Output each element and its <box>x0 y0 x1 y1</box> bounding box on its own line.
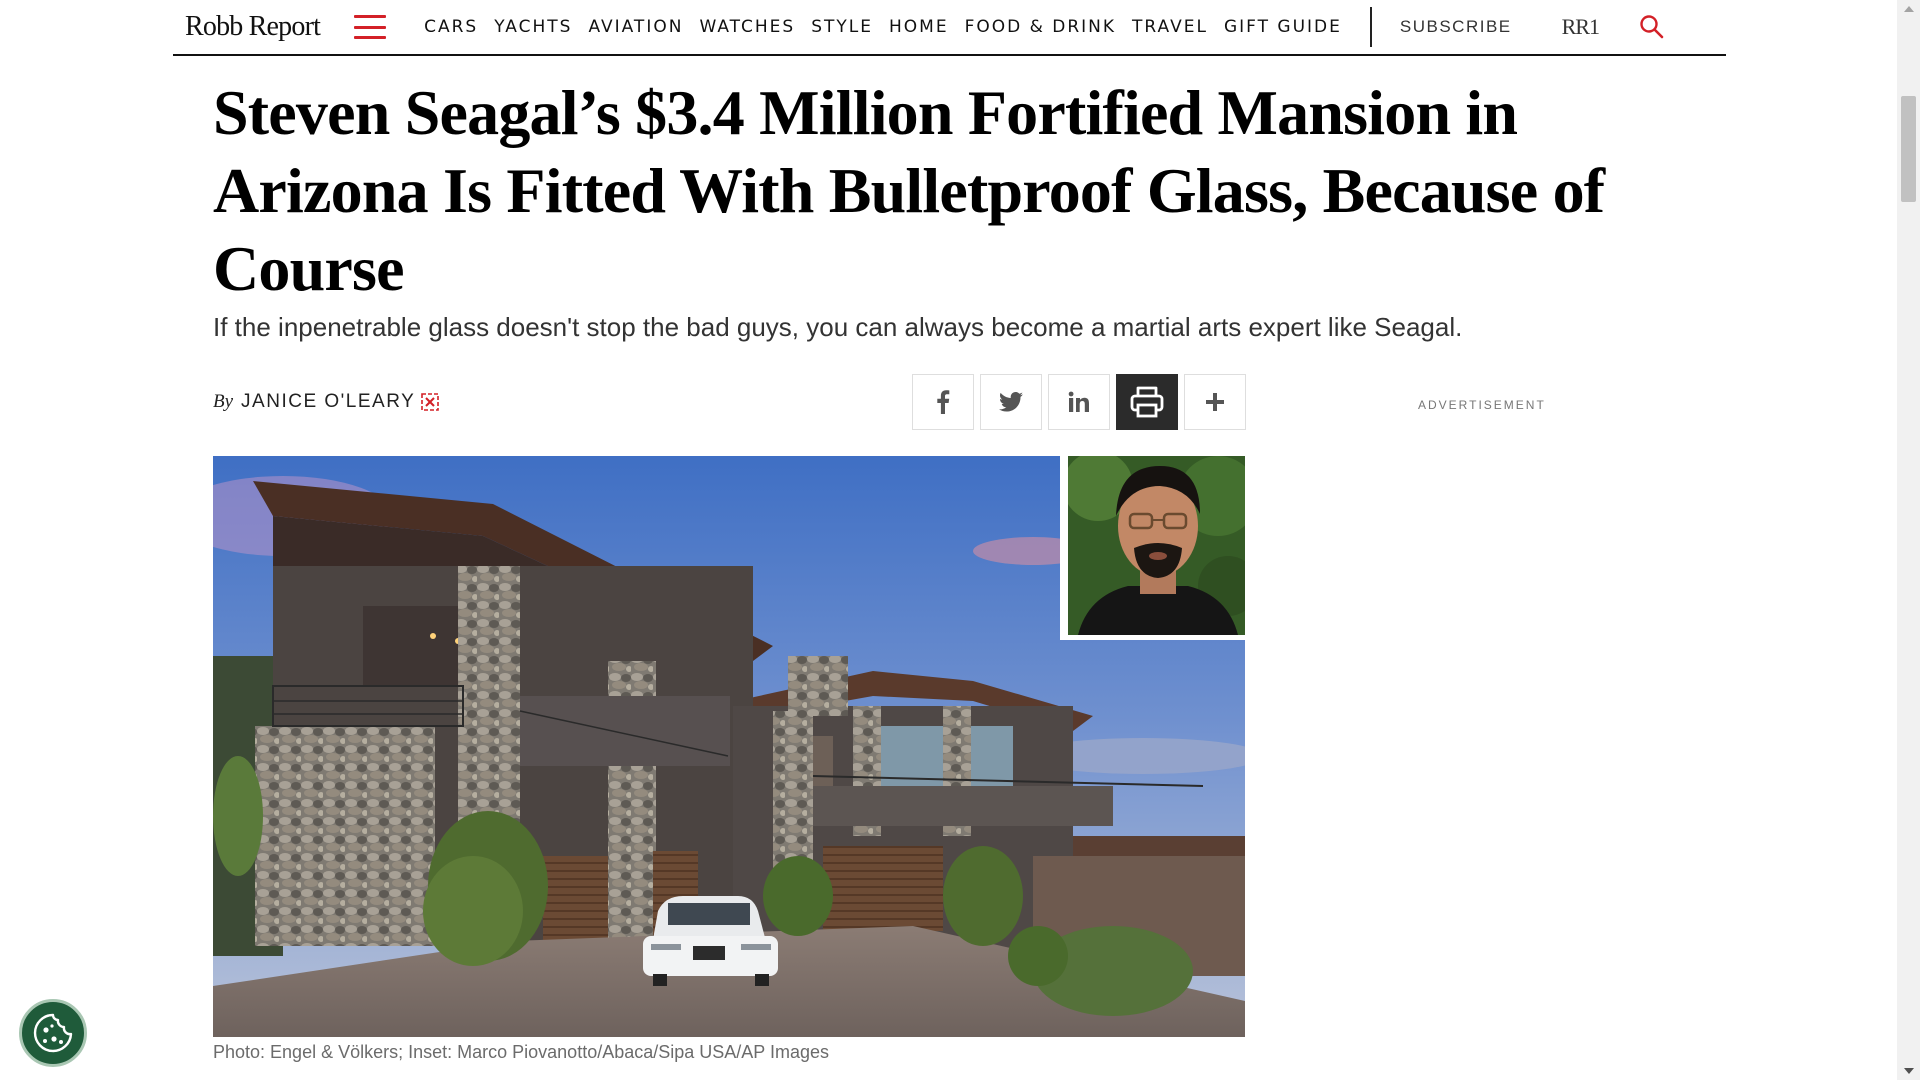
nav-item-home[interactable]: HOME <box>881 17 957 37</box>
rr1-link[interactable]: RR1 <box>1562 14 1600 40</box>
advertisement-label: ADVERTISEMENT <box>1418 398 1546 412</box>
article-headline: Steven Seagal’s $3.4 Million Fortified M… <box>213 77 1605 304</box>
print-button[interactable] <box>1116 374 1178 430</box>
byline: By JANICE O'LEARY <box>213 391 440 413</box>
nav-item-gift-guide[interactable]: GIFT GUIDE <box>1216 17 1350 37</box>
nav-item-yachts[interactable]: YACHTS <box>486 17 580 37</box>
linkedin-share-button[interactable] <box>1048 374 1110 430</box>
site-header: Robb Report CARS YACHTS AVIATION WATCHES… <box>173 0 1726 56</box>
facebook-icon <box>937 390 950 414</box>
twitter-share-button[interactable] <box>980 374 1042 430</box>
author-badge-icon <box>421 393 440 411</box>
nav-item-style[interactable]: STYLE <box>803 17 881 37</box>
share-bar <box>912 374 1246 430</box>
scroll-down-arrow-icon[interactable] <box>1904 1068 1914 1074</box>
cookie-icon <box>33 1013 73 1053</box>
article-dek: If the inpenetrable glass doesn't stop t… <box>213 312 1463 342</box>
scroll-thumb[interactable] <box>1901 96 1916 202</box>
print-icon <box>1130 386 1164 418</box>
plus-icon <box>1206 393 1224 411</box>
facebook-share-button[interactable] <box>912 374 974 430</box>
nav-item-aviation[interactable]: AVIATION <box>580 17 691 37</box>
scroll-up-arrow-icon[interactable] <box>1904 6 1914 12</box>
subscribe-link[interactable]: SUBSCRIBE <box>1400 17 1512 37</box>
linkedin-icon <box>1068 391 1089 412</box>
site-logo[interactable]: Robb Report <box>185 11 321 43</box>
menu-icon[interactable] <box>354 15 387 39</box>
cookie-settings-button[interactable] <box>19 999 87 1067</box>
search-icon[interactable] <box>1639 14 1665 40</box>
twitter-icon <box>999 392 1023 412</box>
page-scrollbar[interactable] <box>1897 0 1920 1080</box>
main-nav: CARS YACHTS AVIATION WATCHES STYLE HOME … <box>416 17 1350 37</box>
photo-caption: Photo: Engel & Völkers; Inset: Marco Pio… <box>213 1042 829 1062</box>
more-share-button[interactable] <box>1184 374 1246 430</box>
inset-portrait-image <box>1060 456 1245 640</box>
nav-divider <box>1369 7 1372 47</box>
nav-item-food-drink[interactable]: FOOD & DRINK <box>957 17 1124 37</box>
nav-item-travel[interactable]: TRAVEL <box>1124 17 1216 37</box>
author-link[interactable]: JANICE O'LEARY <box>241 391 415 413</box>
nav-item-watches[interactable]: WATCHES <box>691 17 803 37</box>
byline-prefix: By <box>213 391 234 412</box>
nav-item-cars[interactable]: CARS <box>416 17 486 37</box>
advertisement-slot[interactable] <box>1275 420 1695 1080</box>
